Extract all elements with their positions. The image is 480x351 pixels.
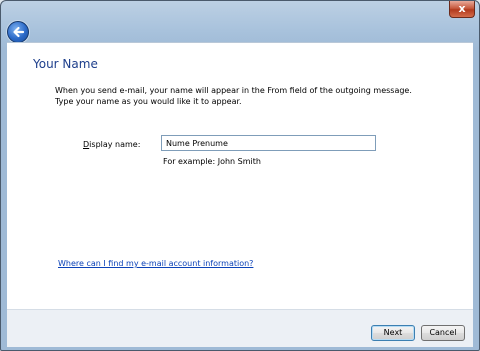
- close-button[interactable]: x: [449, 1, 475, 18]
- back-button[interactable]: [7, 21, 29, 43]
- description: When you send e-mail, your name will app…: [55, 85, 435, 107]
- description-line-1: When you send e-mail, your name will app…: [55, 86, 412, 95]
- back-arrow-icon: [13, 26, 25, 38]
- help-link[interactable]: Where can I find my e-mail account infor…: [58, 259, 253, 268]
- display-name-label: Display name:: [83, 140, 140, 149]
- display-name-label-rest: isplay name:: [89, 140, 141, 149]
- description-line-2: Type your name as you would like it to a…: [55, 97, 242, 106]
- example-text: For example: John Smith: [163, 157, 261, 166]
- cancel-button[interactable]: Cancel: [421, 325, 465, 341]
- content-panel: Your Name When you send e-mail, your nam…: [7, 42, 473, 309]
- wizard-window: x Your Name When you send e-mail, your n…: [0, 0, 480, 351]
- page-title: Your Name: [33, 57, 98, 71]
- display-name-input[interactable]: [161, 135, 376, 151]
- next-button[interactable]: Next: [371, 325, 415, 341]
- close-icon: x: [458, 2, 466, 15]
- button-bar: Next Cancel: [7, 309, 473, 347]
